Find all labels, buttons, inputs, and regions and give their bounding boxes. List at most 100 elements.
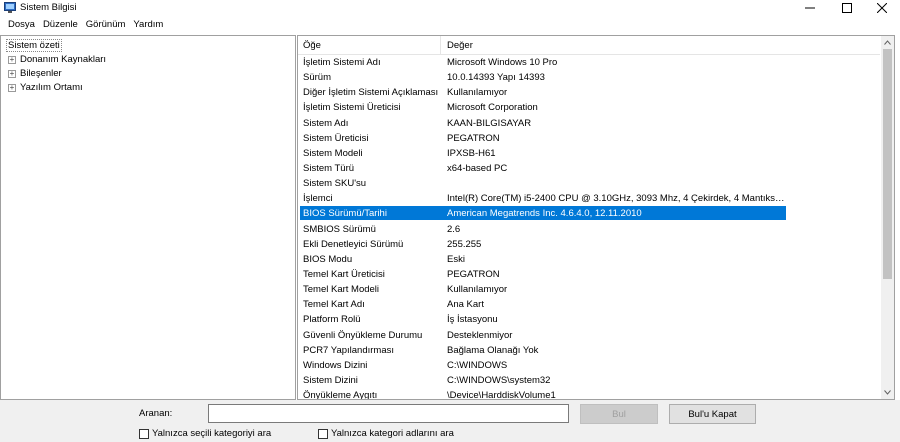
row-value: İş İstasyonu (447, 314, 498, 326)
list-row[interactable]: Diğer İşletim Sistemi Açıklaması Kullanıl… (298, 85, 880, 100)
details-list[interactable]: Öğe Değer İşletim Sistemi Adı Microsoft W… (297, 35, 895, 400)
tree-item-label: Yazılım Ortamı (20, 82, 83, 93)
chevron-up-icon (884, 40, 891, 45)
list-row[interactable]: BIOS Modu Eski (298, 252, 880, 267)
row-value: Kullanılamıyor (447, 87, 508, 99)
row-item: Güvenli Önyükleme Durumu (303, 329, 423, 341)
column-header-value[interactable]: Değer (447, 40, 473, 51)
row-value: American Megatrends Inc. 4.6.4.0, 12.11.… (447, 208, 642, 220)
row-item: Sistem Modeli (303, 147, 363, 159)
system-information-app-icon (4, 2, 16, 13)
row-value: x64-based PC (447, 162, 508, 174)
tree-item-components[interactable]: + Bileşenler (8, 67, 62, 80)
row-item: Sistem Üreticisi (303, 132, 369, 144)
list-row[interactable]: Sistem Dizini C:\WINDOWS\system32 (298, 373, 880, 388)
search-category-names-checkbox[interactable]: Yalnızca kategori adlarını ara (318, 428, 454, 439)
list-header: Öğe Değer (298, 36, 880, 55)
row-item: PCR7 Yapılandırması (303, 344, 394, 356)
list-row[interactable]: Windows Dizini C:\WINDOWS (298, 358, 880, 373)
menu-view[interactable]: Görünüm (82, 17, 130, 33)
category-tree[interactable]: Sistem özeti + Donanım Kaynakları + Bile… (0, 35, 296, 400)
row-value: 2.6 (447, 223, 461, 235)
list-row[interactable]: Temel Kart Modeli Kullanılamıyor (298, 282, 880, 297)
minimize-button[interactable] (792, 0, 828, 16)
list-row[interactable]: Platform Rolü İş İstasyonu (298, 312, 880, 327)
menu-file[interactable]: Dosya (4, 17, 39, 33)
search-selected-category-checkbox[interactable]: Yalnızca seçili kategoriyi ara (139, 428, 271, 439)
tree-item-label: Donanım Kaynakları (20, 54, 107, 65)
row-item: İşletim Sistemi Üreticisi (303, 102, 401, 114)
tree-item-label: Bileşenler (20, 68, 62, 79)
row-value: Eski (447, 253, 465, 265)
search-label: Aranan: (139, 408, 173, 419)
menu-edit[interactable]: Düzenle (39, 17, 82, 33)
row-item: Sistem SKU'su (303, 178, 367, 190)
row-item: İşletim Sistemi Adı (303, 57, 381, 68)
list-row[interactable]: Önyükleme Aygıtı \Device\HarddiskVolume1 (298, 388, 880, 400)
scroll-up-button[interactable] (881, 36, 894, 49)
list-row[interactable]: Ekli Denetleyici Sürümü 255.255 (298, 237, 880, 252)
row-item: SMBIOS Sürümü (303, 223, 376, 235)
list-row[interactable]: Sistem Üreticisi PEGATRON (298, 131, 880, 146)
list-row[interactable]: Temel Kart Adı Ana Kart (298, 297, 880, 312)
column-divider[interactable] (440, 36, 441, 55)
row-value: C:\WINDOWS\system32 (447, 374, 551, 386)
row-item: Sistem Adı (303, 117, 349, 129)
row-value: IPXSB-H61 (447, 147, 496, 159)
row-item: Temel Kart Adı (303, 299, 365, 311)
list-row[interactable]: Temel Kart Üreticisi PEGATRON (298, 267, 880, 282)
row-value: Desteklenmiyor (447, 329, 513, 341)
list-row[interactable]: İşletim Sistemi Adı Microsoft Windows 10 … (298, 55, 880, 70)
expand-icon[interactable]: + (8, 55, 16, 64)
expand-icon[interactable]: + (8, 69, 16, 78)
vertical-scrollbar[interactable] (881, 36, 894, 399)
row-item: BIOS Modu (303, 253, 353, 265)
list-row[interactable]: Sürüm 10.0.14393 Yapı 14393 (298, 70, 880, 85)
list-row[interactable]: İşletim Sistemi Üreticisi Microsoft Corpo… (298, 100, 880, 115)
row-value: Microsoft Windows 10 Pro (447, 57, 558, 68)
row-value: Microsoft Corporation (447, 102, 538, 114)
list-row[interactable]: SMBIOS Sürümü 2.6 (298, 222, 880, 237)
search-bar: Aranan: Bul Bul'u Kapat Yalnızca seçili … (0, 400, 900, 442)
scroll-down-button[interactable] (881, 386, 894, 399)
row-item: Temel Kart Üreticisi (303, 268, 385, 280)
scrollbar-thumb[interactable] (883, 49, 892, 279)
row-item: Sistem Türü (303, 162, 355, 174)
menu-bar: Dosya Düzenle Görünüm Yardım (0, 17, 900, 33)
checkbox-box[interactable] (318, 428, 328, 439)
column-header-item[interactable]: Öğe (303, 40, 321, 51)
search-input[interactable] (208, 404, 569, 423)
list-row[interactable]: BIOS Sürümü/Tarihi American Megatrends In… (298, 206, 880, 221)
close-icon (877, 3, 887, 13)
list-row[interactable]: Güvenli Önyükleme Durumu Desteklenmiyor (298, 328, 880, 343)
window-title: Sistem Bilgisi (20, 2, 77, 13)
list-row[interactable]: İşlemci Intel(R) Core(TM) i5-2400 CPU @ 3… (298, 191, 880, 206)
close-find-button[interactable]: Bul'u Kapat (669, 404, 756, 424)
menu-help[interactable]: Yardım (129, 17, 167, 33)
tree-item-hardware-resources[interactable]: + Donanım Kaynakları (8, 53, 106, 66)
maximize-button[interactable] (829, 0, 865, 16)
row-value: Kullanılamıyor (447, 284, 508, 296)
list-row[interactable]: Sistem Modeli IPXSB-H61 (298, 146, 880, 161)
checkbox-label: Yalnızca kategori adlarını ara (331, 428, 454, 439)
checkbox-label: Yalnızca seçili kategoriyi ara (152, 428, 272, 439)
row-value: \Device\HarddiskVolume1 (447, 390, 556, 400)
find-button[interactable]: Bul (580, 404, 658, 424)
row-item: Sistem Dizini (303, 374, 358, 386)
title-bar: Sistem Bilgisi (0, 0, 900, 16)
close-button[interactable] (864, 0, 900, 16)
row-item: Ekli Denetleyici Sürümü (303, 238, 404, 250)
row-value: 255.255 (447, 238, 482, 250)
list-row[interactable]: Sistem SKU'su (298, 176, 880, 191)
tree-item-software-environment[interactable]: + Yazılım Ortamı (8, 81, 83, 94)
list-row[interactable]: Sistem Adı KAAN-BILGISAYAR (298, 116, 880, 131)
expand-icon[interactable]: + (8, 83, 16, 92)
maximize-icon (842, 3, 852, 13)
list-row[interactable]: Sistem Türü x64-based PC (298, 161, 880, 176)
row-value: PEGATRON (447, 132, 500, 144)
checkbox-box[interactable] (139, 428, 149, 439)
chevron-down-icon (884, 390, 891, 395)
row-item: Platform Rolü (303, 314, 361, 326)
list-row[interactable]: PCR7 Yapılandırması Bağlama Olanağı Yok (298, 343, 880, 358)
tree-item-system-summary[interactable]: Sistem özeti (6, 39, 62, 52)
